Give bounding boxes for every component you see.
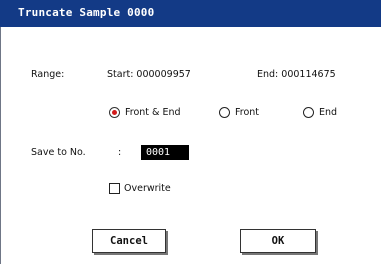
radio-front-label: Front [235,107,260,118]
overwrite-label: Overwrite [124,183,171,194]
save-to-number-field[interactable]: 0001 [141,145,189,160]
range-label: Range: [31,69,65,80]
overwrite-checkbox[interactable] [109,183,120,194]
dialog-left-border [0,27,1,264]
radio-unselected-icon [303,107,314,118]
radio-unselected-icon [219,107,230,118]
radio-front[interactable]: Front [219,107,279,121]
truncate-sample-dialog: Truncate Sample 0000 Range: Start: 00000… [0,0,381,264]
radio-front-and-end[interactable]: Front & End [109,107,209,121]
ok-button[interactable]: OK [240,229,316,253]
radio-selected-icon [109,107,120,118]
cancel-button[interactable]: Cancel [92,229,166,253]
radio-front-and-end-label: Front & End [125,107,181,118]
save-to-label: Save to No. [31,147,86,158]
range-start: Start: 000009957 [107,69,191,80]
range-end: End: 000114675 [257,69,336,80]
save-to-separator: : [118,147,122,158]
dialog-title: Truncate Sample 0000 [18,6,155,19]
radio-end-label: End [319,107,338,118]
dialog-titlebar: Truncate Sample 0000 [0,0,381,27]
radio-end[interactable]: End [303,107,353,121]
